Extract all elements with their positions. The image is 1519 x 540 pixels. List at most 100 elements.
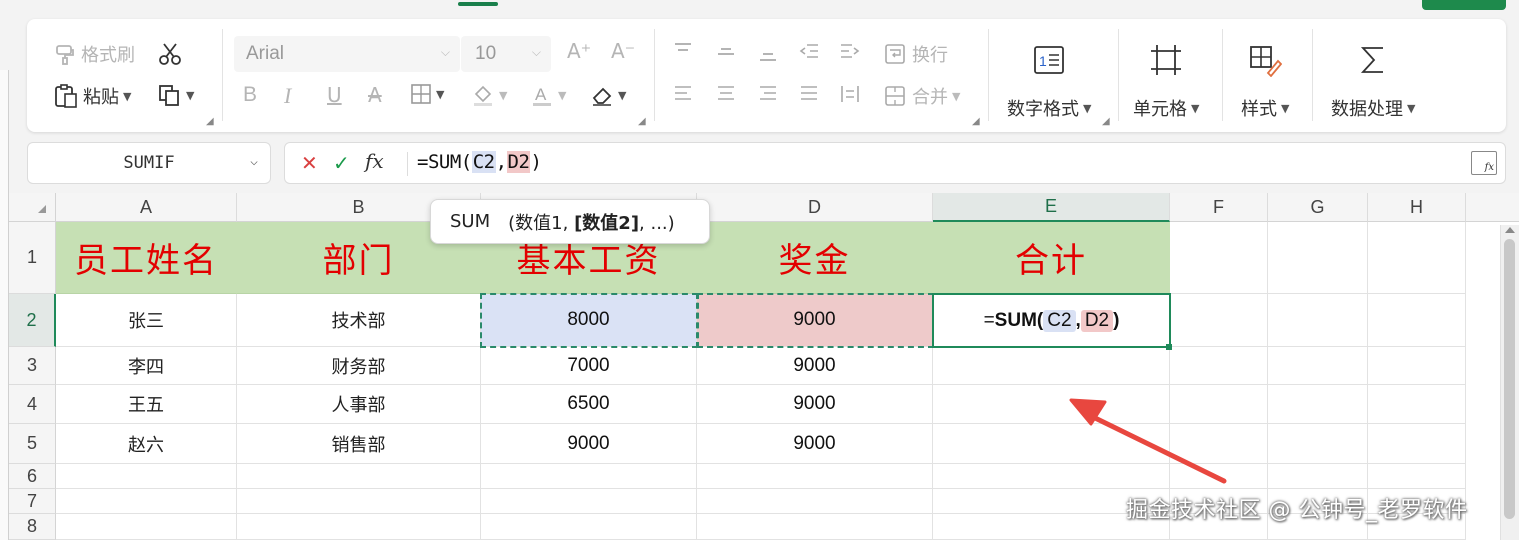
- expand-formula-icon[interactable]: fx: [1471, 151, 1497, 175]
- column-header-d[interactable]: D: [697, 193, 933, 222]
- empty-cell[interactable]: [1268, 294, 1368, 347]
- row-header-8[interactable]: 8: [9, 514, 56, 540]
- empty-cell[interactable]: [237, 514, 481, 540]
- column-header-a[interactable]: A: [56, 193, 237, 222]
- scrollbar-thumb[interactable]: [1504, 239, 1515, 519]
- column-header-e[interactable]: E: [933, 193, 1170, 222]
- bonus-cell[interactable]: 9000: [697, 294, 933, 347]
- name-cell[interactable]: 赵六: [56, 424, 237, 464]
- data-process-button[interactable]: 数据处理 ▼: [1331, 39, 1415, 121]
- bonus-cell[interactable]: 9000: [697, 347, 933, 385]
- paste-button[interactable]: 粘贴 ▼: [53, 83, 131, 109]
- dept-cell[interactable]: 财务部: [237, 347, 481, 385]
- name-cell[interactable]: 张三: [56, 294, 237, 347]
- tooltip-function-name[interactable]: SUM: [450, 211, 490, 232]
- name-cell[interactable]: 王五: [56, 385, 237, 424]
- empty-cell[interactable]: [697, 514, 933, 540]
- bonus-cell[interactable]: 9000: [697, 385, 933, 424]
- formula-bar[interactable]: ✕ ✓ fx =SUM(C2,D2) fx: [284, 142, 1506, 184]
- empty-cell[interactable]: [56, 514, 237, 540]
- empty-cell[interactable]: [1170, 347, 1268, 385]
- select-all-corner[interactable]: [9, 193, 56, 222]
- column-header-f[interactable]: F: [1170, 193, 1268, 222]
- empty-cell[interactable]: [1268, 347, 1368, 385]
- style-button[interactable]: 样式 ▼: [1241, 39, 1289, 121]
- row-header-4[interactable]: 4: [9, 385, 56, 424]
- underline-button[interactable]: U: [327, 83, 342, 107]
- empty-cell[interactable]: [481, 464, 697, 489]
- align-top-button[interactable]: [672, 41, 694, 63]
- column-header-extra[interactable]: [1466, 193, 1519, 222]
- table-header-cell[interactable]: 员工姓名: [56, 222, 237, 294]
- table-header-cell[interactable]: 奖金: [697, 222, 933, 294]
- empty-cell[interactable]: [56, 464, 237, 489]
- wrap-text-button[interactable]: 换行: [884, 41, 948, 67]
- font-name-select[interactable]: Arial ⌵: [234, 36, 460, 72]
- increase-font-button[interactable]: A⁺: [567, 39, 591, 63]
- format-painter-button[interactable]: 格式刷: [53, 41, 135, 67]
- italic-button[interactable]: I: [284, 83, 291, 109]
- align-right-button[interactable]: [757, 83, 779, 105]
- cut-button[interactable]: [157, 41, 183, 67]
- alignment-launcher-icon[interactable]: ◢: [972, 116, 980, 127]
- font-size-select[interactable]: 10 ⌵: [461, 36, 551, 72]
- chevron-down-icon[interactable]: ⌵: [250, 154, 258, 169]
- vertical-scrollbar[interactable]: [1500, 225, 1519, 540]
- merge-button[interactable]: 合并 ▼: [884, 83, 960, 109]
- salary-cell[interactable]: 9000: [481, 424, 697, 464]
- number-format-button[interactable]: 1 数字格式 ▼: [1007, 39, 1091, 121]
- row-header-6[interactable]: 6: [9, 464, 56, 489]
- empty-cell[interactable]: [481, 514, 697, 540]
- empty-cell[interactable]: [56, 489, 237, 514]
- salary-cell[interactable]: 7000: [481, 347, 697, 385]
- row-header-3[interactable]: 3: [9, 347, 56, 385]
- align-bottom-button[interactable]: [757, 41, 779, 63]
- row-header-2[interactable]: 2: [9, 294, 56, 347]
- formula-input[interactable]: =SUM(C2,D2): [417, 151, 542, 173]
- empty-cell[interactable]: [481, 489, 697, 514]
- font-launcher-icon[interactable]: ◢: [638, 116, 646, 127]
- cancel-icon[interactable]: ✕: [301, 151, 318, 175]
- empty-cell[interactable]: [697, 489, 933, 514]
- empty-cell[interactable]: [1268, 222, 1368, 294]
- empty-cell[interactable]: [1368, 464, 1466, 489]
- cell-button[interactable]: 单元格 ▼: [1133, 39, 1199, 121]
- dept-cell[interactable]: 人事部: [237, 385, 481, 424]
- column-header-h[interactable]: H: [1368, 193, 1466, 222]
- align-left-button[interactable]: [672, 83, 694, 105]
- total-cell[interactable]: [933, 347, 1170, 385]
- empty-cell[interactable]: [237, 489, 481, 514]
- name-cell[interactable]: 李四: [56, 347, 237, 385]
- empty-cell[interactable]: [1368, 385, 1466, 424]
- empty-cell[interactable]: [1368, 294, 1466, 347]
- row-header-7[interactable]: 7: [9, 489, 56, 514]
- column-header-g[interactable]: G: [1268, 193, 1368, 222]
- strikethrough-button[interactable]: A: [368, 83, 382, 107]
- dept-cell[interactable]: 销售部: [237, 424, 481, 464]
- dept-cell[interactable]: 技术部: [237, 294, 481, 347]
- share-button[interactable]: [1422, 0, 1506, 10]
- clear-button[interactable]: ▼: [590, 83, 626, 107]
- confirm-icon[interactable]: ✓: [333, 151, 350, 175]
- table-header-cell[interactable]: 合计: [933, 222, 1170, 294]
- copy-button[interactable]: ▼: [158, 83, 194, 107]
- active-cell-e2[interactable]: = SUM(C2, D2): [932, 293, 1171, 348]
- empty-cell[interactable]: [1368, 222, 1466, 294]
- row-header-5[interactable]: 5: [9, 424, 56, 464]
- empty-cell[interactable]: [1170, 222, 1268, 294]
- empty-cell[interactable]: [1170, 294, 1268, 347]
- fill-handle[interactable]: [1166, 344, 1172, 350]
- empty-cell[interactable]: [697, 464, 933, 489]
- name-box[interactable]: SUMIF ⌵: [27, 142, 271, 184]
- salary-cell[interactable]: 8000: [481, 294, 697, 347]
- decrease-font-button[interactable]: A⁻: [611, 39, 635, 63]
- increase-indent-button[interactable]: [839, 41, 861, 63]
- justify-button[interactable]: [798, 83, 820, 105]
- empty-cell[interactable]: [1368, 347, 1466, 385]
- align-center-button[interactable]: [715, 83, 737, 105]
- number-launcher-icon[interactable]: ◢: [1102, 116, 1110, 127]
- row-header-1[interactable]: 1: [9, 222, 56, 294]
- scroll-up-icon[interactable]: [1505, 227, 1515, 233]
- empty-cell[interactable]: [1268, 424, 1368, 464]
- font-color-button[interactable]: A ▼: [530, 83, 566, 107]
